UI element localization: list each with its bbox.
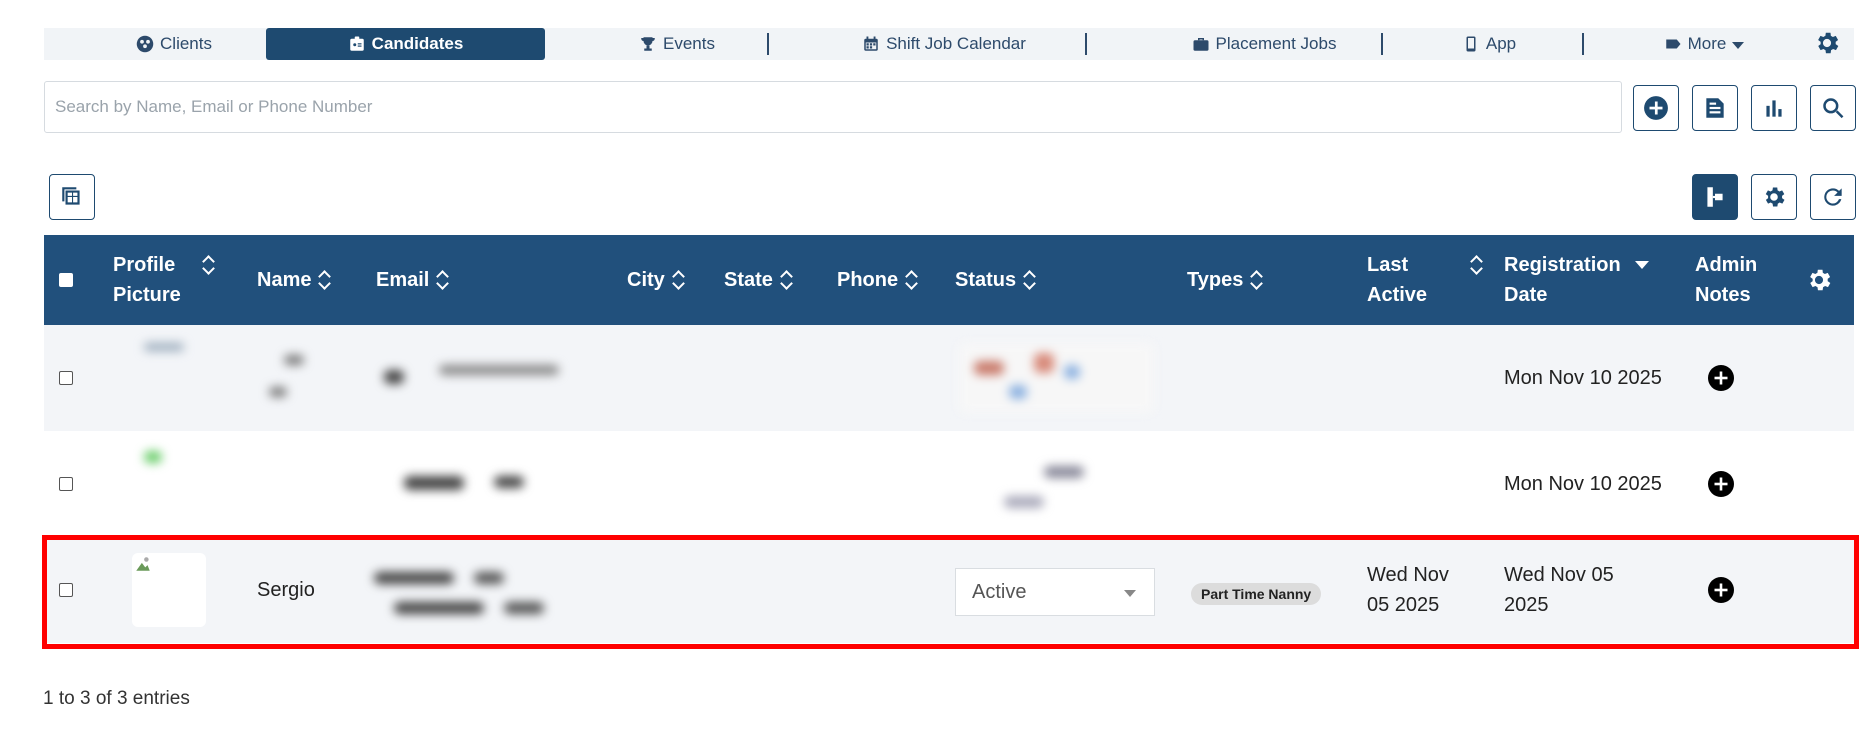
th-label: Name xyxy=(257,269,312,291)
nav-divider xyxy=(1381,33,1383,55)
th-types[interactable]: Types xyxy=(1187,235,1263,325)
redacted-content xyxy=(44,431,1164,537)
th-label: Picture xyxy=(113,284,181,306)
th-city[interactable]: City xyxy=(627,235,685,325)
calendar-icon xyxy=(864,36,878,51)
th-label: State xyxy=(724,269,773,291)
sort-icon xyxy=(1251,269,1263,291)
th-label: Notes xyxy=(1695,284,1751,306)
th-admin-notes[interactable]: Admin Notes xyxy=(1695,235,1757,325)
nav-events[interactable]: Events xyxy=(612,28,742,60)
th-label: Profile xyxy=(113,254,176,276)
th-state[interactable]: State xyxy=(724,235,793,325)
add-note-button[interactable] xyxy=(1708,431,1734,537)
th-registration-date[interactable]: Registration Date xyxy=(1504,235,1649,325)
th-profile-picture[interactable]: Profile Picture xyxy=(113,235,215,325)
nav-clients[interactable]: Clients xyxy=(114,28,234,60)
sort-desc-icon xyxy=(1634,261,1649,269)
column-settings-icon[interactable] xyxy=(1805,235,1833,325)
redacted-content xyxy=(44,325,1164,431)
th-label: Phone xyxy=(837,269,899,291)
refresh-button[interactable] xyxy=(1810,174,1856,220)
plus-circle-icon xyxy=(1708,365,1734,391)
sort-icon xyxy=(1024,269,1036,291)
th-status[interactable]: Status xyxy=(955,235,1036,325)
sitemap-icon xyxy=(1707,187,1723,207)
th-label: Email xyxy=(376,269,430,291)
search-box xyxy=(44,81,1622,133)
registration-date: Mon Nov 10 2025 xyxy=(1504,366,1662,389)
nav-divider xyxy=(1085,33,1087,55)
nav-more-label: More xyxy=(1687,34,1727,53)
th-name[interactable]: Name xyxy=(257,235,331,325)
tag-icon xyxy=(1665,39,1681,49)
add-note-button[interactable] xyxy=(1708,325,1734,431)
gear-icon xyxy=(1765,187,1785,207)
sort-icon xyxy=(781,269,793,291)
table-row[interactable]: Mon Nov 10 2025 xyxy=(44,325,1854,431)
sort-icon xyxy=(906,269,918,291)
sort-icon xyxy=(673,269,685,291)
nav-app-label: App xyxy=(1485,34,1517,53)
entries-info: 1 to 3 of 3 entries xyxy=(43,688,190,709)
nav-clients-label: Clients xyxy=(160,34,212,53)
trophy-icon xyxy=(641,37,655,51)
th-label: Types xyxy=(1187,269,1244,291)
th-label: Status xyxy=(955,269,1017,291)
nav-shift-job-calendar[interactable]: Shift Job Calendar xyxy=(824,28,1064,60)
th-label: City xyxy=(627,269,665,291)
th-email[interactable]: Email xyxy=(376,235,449,325)
th-label: Date xyxy=(1504,284,1548,306)
nav-shift-job-calendar-label: Shift Job Calendar xyxy=(886,34,1026,53)
nav-more[interactable]: More xyxy=(1634,28,1774,60)
th-label: Active xyxy=(1367,284,1428,306)
table-row[interactable]: Mon Nov 10 2025 xyxy=(44,431,1854,537)
highlighted-row-outline xyxy=(42,535,1859,649)
refresh-icon xyxy=(1824,188,1842,206)
search-input[interactable] xyxy=(45,82,1621,132)
export-spreadsheet-button[interactable] xyxy=(49,174,95,220)
sort-icon xyxy=(1471,254,1483,276)
nav-placement-jobs[interactable]: Placement Jobs xyxy=(1144,28,1384,60)
stats-button[interactable] xyxy=(1751,85,1797,131)
id-badge-icon xyxy=(349,36,364,51)
briefcase-icon xyxy=(1193,38,1209,51)
sort-icon xyxy=(319,269,331,291)
top-nav: Clients Candidates Events Shift Job Cale… xyxy=(44,28,1854,60)
add-candidate-button[interactable] xyxy=(1633,85,1679,131)
document-button[interactable] xyxy=(1692,85,1738,131)
bar-chart-icon xyxy=(1766,100,1782,117)
search-button[interactable] xyxy=(1810,85,1856,131)
nav-divider xyxy=(1582,33,1584,55)
th-phone[interactable]: Phone xyxy=(837,235,918,325)
table-settings-button[interactable] xyxy=(1751,174,1797,220)
mobile-icon xyxy=(1466,36,1476,52)
th-label: Registration xyxy=(1504,254,1621,276)
th-last-active[interactable]: Last Active xyxy=(1367,235,1483,325)
plus-circle-icon xyxy=(1644,96,1668,120)
select-all-checkbox[interactable] xyxy=(59,235,73,325)
sort-icon xyxy=(203,254,215,276)
registration-date: Mon Nov 10 2025 xyxy=(1504,472,1662,495)
document-icon xyxy=(1706,98,1724,118)
nav-app[interactable]: App xyxy=(1434,28,1544,60)
caret-down-icon xyxy=(1732,42,1745,49)
nav-events-label: Events xyxy=(663,34,715,53)
nav-placement-jobs-label: Placement Jobs xyxy=(1215,34,1337,53)
search-icon xyxy=(1823,98,1844,119)
nav-divider xyxy=(767,33,769,55)
users-icon xyxy=(136,35,154,53)
table-header: Profile Picture Name Email City State Pho… xyxy=(44,235,1854,325)
plus-circle-icon xyxy=(1708,471,1734,497)
th-label: Admin xyxy=(1695,254,1758,276)
nav-candidates-label: Candidates xyxy=(371,34,464,53)
th-label: Last xyxy=(1367,254,1409,276)
sort-icon xyxy=(437,269,449,291)
spreadsheet-icon xyxy=(62,187,80,205)
nav-candidates[interactable]: Candidates xyxy=(266,28,545,60)
tree-view-button[interactable] xyxy=(1692,174,1738,220)
settings-gear-icon[interactable] xyxy=(1813,29,1841,57)
